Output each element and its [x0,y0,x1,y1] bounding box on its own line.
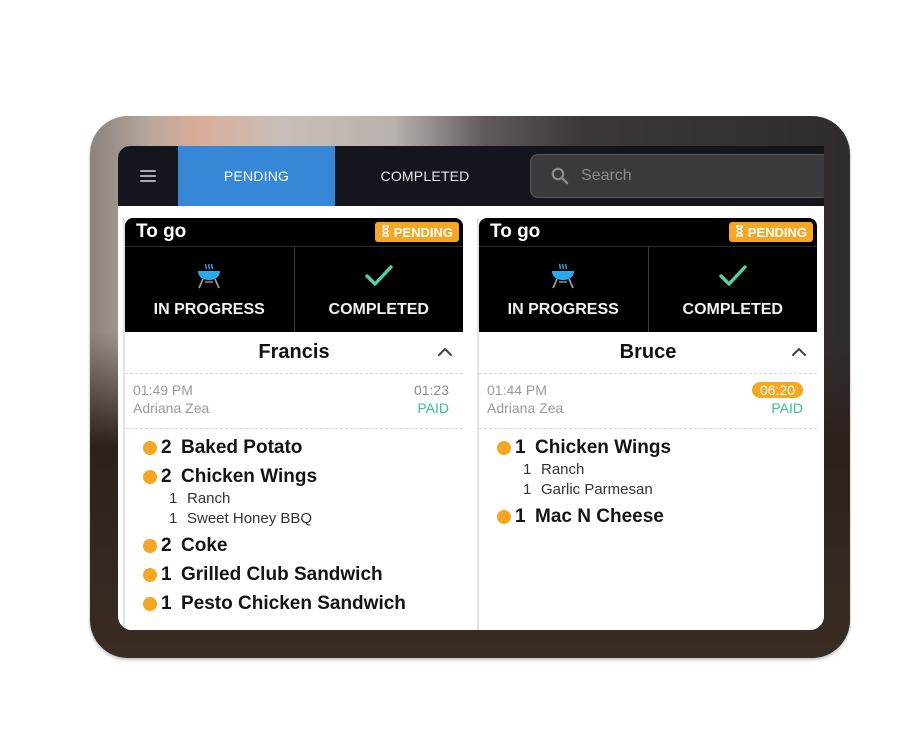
search-icon [551,167,569,185]
status-label: PENDING [747,224,807,240]
top-navbar: PENDING COMPLETED [118,146,824,206]
status-badge: PENDING [374,222,459,242]
grill-icon [549,261,577,291]
tab-completed[interactable]: COMPLETED [335,146,515,206]
status-label: PENDING [393,224,453,240]
order-type: To go [490,221,541,242]
modifier-name: Ranch [541,460,585,478]
customer-name: Francis [258,341,330,363]
order-card: To go PENDING IN PR [477,218,817,630]
chevron-up-icon[interactable] [791,344,807,360]
item-modifiers: 1 Ranch 1 Sweet Honey BBQ [143,488,463,528]
modifier-quantity: 1 [169,489,178,507]
order-items: 1 Chicken Wings 1 Ranch 1 Garlic Parmesan 1 Mac… [479,429,817,528]
order-header: To go PENDING [125,218,463,246]
order-actions: IN PROGRESS COMPLETED [479,246,817,332]
item-status-dot-icon [143,568,157,582]
server-name: Adriana Zea [487,400,564,416]
modifier-row: 1 Sweet Honey BBQ [169,508,463,528]
order-meta: 01:49 PM Adriana Zea 01:23 PAID [125,374,463,429]
item-status-dot-icon [143,441,157,455]
item-status-dot-icon [497,441,511,455]
order-item[interactable]: 1 Grilled Club Sandwich [143,564,463,586]
item-status-dot-icon [143,539,157,553]
modifier-quantity: 1 [523,460,532,478]
order-item[interactable]: 1 Chicken Wings [497,437,817,459]
order-time: 01:44 PM [487,382,547,398]
tab-pending[interactable]: PENDING [178,146,335,206]
order-items: 2 Baked Potato 2 Chicken Wings 1 Ranch 1 Sweet … [125,429,463,615]
order-card: To go PENDING IN PR [123,218,463,630]
order-meta: 01:44 PM Adriana Zea 06:20 PAID [479,374,817,429]
modifier-quantity: 1 [523,480,532,498]
item-quantity: 1 [515,506,526,527]
hamburger-menu-icon [140,170,156,182]
tablet-screen: PENDING COMPLETED To go PENDING [118,146,824,630]
order-actions: IN PROGRESS COMPLETED [125,246,463,332]
completed-label: COMPLETED [682,300,783,318]
in-progress-label: IN PROGRESS [507,300,619,318]
search-box[interactable] [530,154,824,198]
completed-label: COMPLETED [328,300,429,318]
item-name: Chicken Wings [535,437,672,458]
item-modifiers: 1 Ranch 1 Garlic Parmesan [497,459,817,499]
modifier-name: Ranch [187,489,231,507]
completed-button[interactable]: COMPLETED [293,247,464,332]
modifier-row: 1 Garlic Parmesan [523,479,817,499]
in-progress-label: IN PROGRESS [153,300,265,318]
item-name: Coke [181,535,228,556]
modifier-name: Garlic Parmesan [541,480,653,498]
order-time: 01:49 PM [133,382,193,398]
order-item[interactable]: 2 Chicken Wings [143,466,463,488]
item-name: Pesto Chicken Sandwich [181,593,406,614]
item-quantity: 2 [161,535,172,556]
tablet-frame: PENDING COMPLETED To go PENDING [90,116,850,658]
item-name: Chicken Wings [181,466,318,487]
order-item[interactable]: 1 Pesto Chicken Sandwich [143,593,463,615]
orders-area: To go PENDING IN PROGRESS COMPLETED Fran… [118,206,824,630]
modifier-row: 1 Ranch [523,459,817,479]
customer-name: Bruce [619,341,677,363]
order-type: To go [136,221,187,242]
in-progress-button[interactable]: IN PROGRESS [125,247,294,332]
modifier-name: Sweet Honey BBQ [187,509,313,527]
search-input[interactable] [581,167,801,185]
item-quantity: 1 [515,437,526,458]
customer-row[interactable]: Bruce [479,332,817,374]
item-quantity: 1 [161,564,172,585]
elapsed-timer: 06:20 [751,382,803,398]
order-item[interactable]: 1 Mac N Cheese [497,506,817,528]
chevron-up-icon[interactable] [437,344,453,360]
order-item[interactable]: 2 Coke [143,535,463,557]
item-status-dot-icon [143,470,157,484]
order-item[interactable]: 2 Baked Potato [143,437,463,459]
item-name: Mac N Cheese [535,506,664,527]
item-name: Grilled Club Sandwich [181,564,383,585]
item-quantity: 2 [161,466,172,487]
item-status-dot-icon [497,510,511,524]
checkmark-icon [364,261,394,291]
hourglass-icon [735,224,744,240]
customer-row[interactable]: Francis [125,332,463,374]
modifier-quantity: 1 [169,509,178,527]
modifier-row: 1 Ranch [169,488,463,508]
completed-button[interactable]: COMPLETED [647,247,818,332]
status-badge: PENDING [728,222,813,242]
item-quantity: 1 [161,593,172,614]
item-name: Baked Potato [181,437,303,458]
item-quantity: 2 [161,437,172,458]
menu-button[interactable] [118,146,178,206]
checkmark-icon [718,261,748,291]
in-progress-button[interactable]: IN PROGRESS [479,247,648,332]
payment-status: PAID [417,400,449,416]
order-header: To go PENDING [479,218,817,246]
server-name: Adriana Zea [133,400,210,416]
elapsed-timer: 01:23 [413,382,449,398]
grill-icon [195,261,223,291]
item-status-dot-icon [143,597,157,611]
hourglass-icon [381,224,390,240]
payment-status: PAID [771,400,803,416]
